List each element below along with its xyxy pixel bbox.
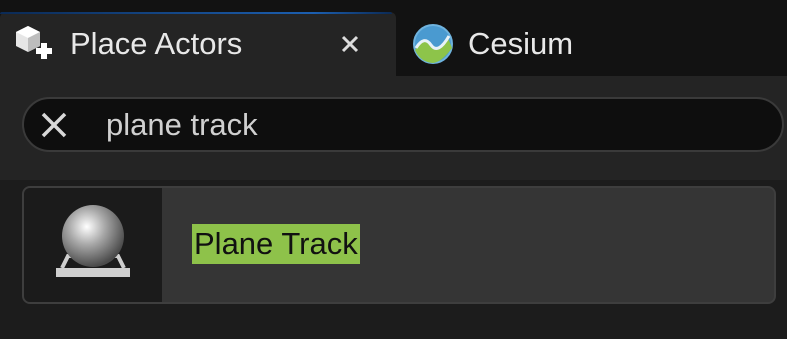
place-actors-icon bbox=[12, 22, 56, 66]
search-box bbox=[22, 97, 784, 152]
tab-cesium[interactable]: Cesium bbox=[396, 12, 656, 76]
tab-bar: Place Actors Cesium bbox=[0, 0, 787, 76]
sphere-actor-icon bbox=[24, 188, 162, 302]
cesium-icon bbox=[412, 22, 456, 66]
close-icon[interactable] bbox=[334, 28, 366, 60]
search-bar bbox=[0, 76, 787, 180]
result-label: Plane Track bbox=[192, 224, 360, 264]
search-input[interactable] bbox=[106, 105, 746, 145]
place-actors-panel: Place Actors Cesium plane track Plane Tr… bbox=[0, 0, 787, 339]
list-item[interactable]: Plane Track bbox=[22, 186, 776, 304]
tab-label: Cesium bbox=[468, 26, 574, 61]
tab-label: Place Actors bbox=[70, 26, 243, 61]
clear-x-icon[interactable] bbox=[36, 107, 72, 143]
tab-place-actors[interactable]: Place Actors bbox=[0, 12, 396, 76]
results-list: Plane Track bbox=[0, 180, 787, 339]
